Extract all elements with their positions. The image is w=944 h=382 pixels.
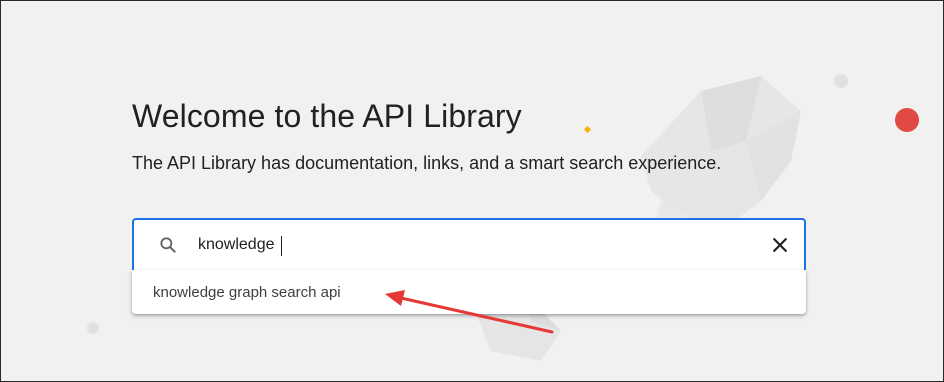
suggestion-label: knowledge graph search api xyxy=(153,284,341,301)
page-subtitle: The API Library has documentation, links… xyxy=(132,153,722,173)
yellow-decoration-dot xyxy=(583,125,592,134)
red-decoration-dot xyxy=(895,108,919,132)
background-circle xyxy=(87,322,99,334)
close-icon[interactable] xyxy=(770,235,790,255)
api-library-page: Welcome to the API Library The API Libra… xyxy=(0,0,944,382)
text-cursor xyxy=(281,236,282,256)
search-icon xyxy=(160,237,176,253)
background-decoration xyxy=(87,74,919,361)
page-title: Welcome to the API Library xyxy=(132,98,522,134)
search-suggestions: knowledge graph search api xyxy=(132,270,806,314)
suggestion-item[interactable]: knowledge graph search api xyxy=(132,270,806,314)
search-field[interactable] xyxy=(132,218,806,270)
background-circle xyxy=(834,74,848,88)
search-input[interactable] xyxy=(198,230,738,260)
